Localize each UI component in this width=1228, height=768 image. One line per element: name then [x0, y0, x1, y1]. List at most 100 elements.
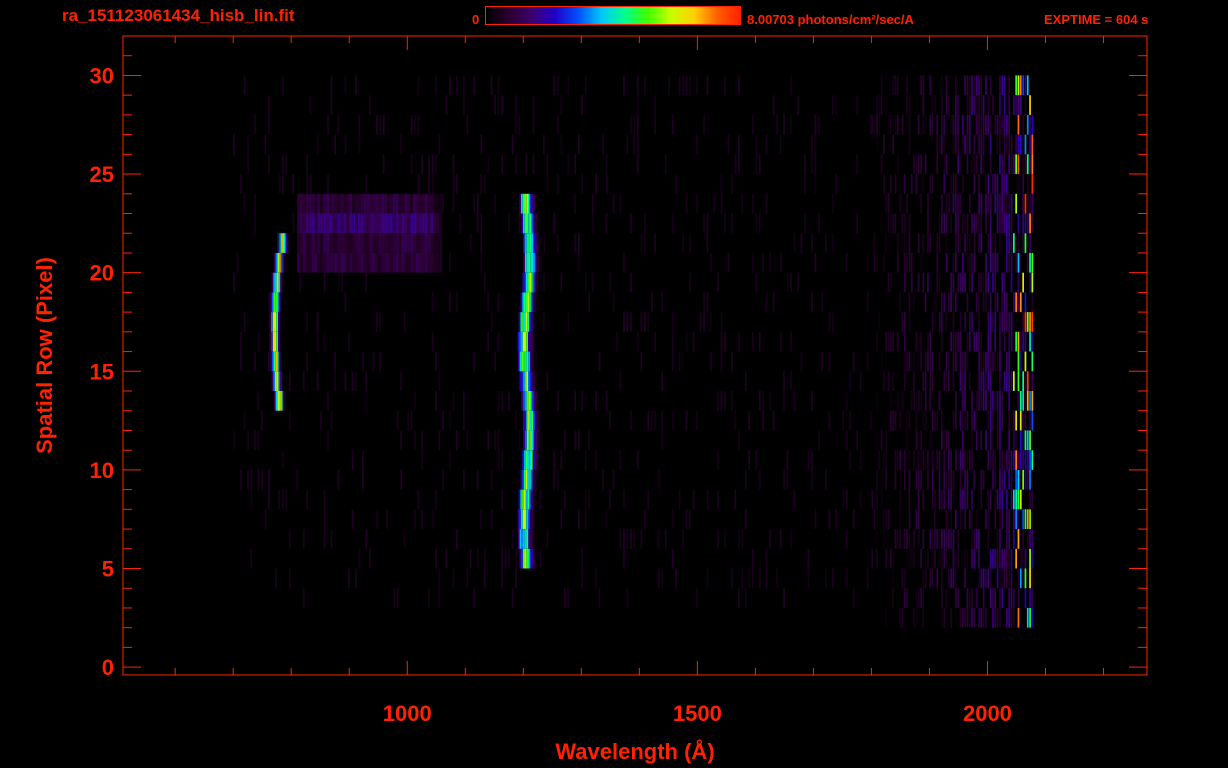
- heatmap-cell: [346, 193, 350, 214]
- x-axis-label: Wavelength (Å): [555, 738, 714, 764]
- heatmap-cell: [696, 75, 698, 96]
- heatmap-cell: [973, 75, 976, 96]
- heatmap-cell: [522, 410, 525, 431]
- heatmap-cell: [755, 450, 758, 470]
- heatmap-cell: [521, 509, 523, 529]
- heatmap-cell: [346, 213, 350, 234]
- heatmap-cell: [1017, 371, 1020, 391]
- heatmap-cell: [906, 588, 908, 608]
- heatmap-cell: [971, 213, 973, 234]
- heatmap-cell: [541, 272, 544, 293]
- heatmap-cell: [591, 193, 594, 214]
- heatmap-cell: [987, 114, 990, 135]
- heatmap-cell: [880, 351, 883, 372]
- heatmap-cell: [1017, 252, 1020, 273]
- heatmap-cell: [1010, 568, 1013, 589]
- heatmap-cell: [439, 193, 443, 214]
- heatmap-cell: [1026, 469, 1029, 490]
- heatmap-cell: [395, 213, 399, 234]
- heatmap-cell: [416, 252, 419, 273]
- heatmap-cell: [452, 193, 455, 214]
- heatmap-cell: [765, 548, 768, 569]
- y-tick-label: 5: [102, 557, 114, 582]
- heatmap-cell: [866, 292, 869, 313]
- heatmap-cell: [308, 252, 312, 273]
- heatmap-cell: [685, 193, 688, 214]
- heatmap-cell: [528, 430, 531, 451]
- heatmap-cell: [428, 154, 430, 174]
- heatmap-cell: [431, 331, 434, 352]
- heatmap-cell: [334, 213, 338, 234]
- heatmap-cell: [804, 174, 806, 194]
- heatmap-cell: [384, 213, 387, 234]
- heatmap-cell: [661, 430, 664, 451]
- heatmap-cell: [254, 193, 256, 214]
- heatmap-cell: [731, 351, 733, 372]
- heatmap-cell: [941, 292, 943, 313]
- heatmap-cell: [903, 588, 906, 608]
- heatmap-cell: [1026, 114, 1029, 135]
- heatmap-cell: [1017, 568, 1020, 589]
- heatmap-cell: [421, 450, 423, 470]
- heatmap-cell: [985, 430, 987, 451]
- heatmap-cell: [279, 312, 282, 332]
- heatmap-cell: [996, 548, 999, 569]
- heatmap-cell: [1024, 95, 1027, 115]
- heatmap-cell: [1029, 272, 1031, 293]
- heatmap-cell: [883, 174, 885, 194]
- heatmap-cell: [982, 134, 985, 155]
- heatmap-cell: [254, 430, 256, 451]
- heatmap-cell: [376, 509, 378, 529]
- heatmap-cell: [435, 75, 437, 96]
- heatmap-cell: [987, 95, 990, 115]
- heatmap-cell: [436, 233, 440, 253]
- heatmap-cell: [542, 430, 545, 451]
- heatmap-cell: [581, 95, 583, 115]
- heatmap-cell: [814, 114, 817, 135]
- heatmap-cell: [1031, 252, 1034, 273]
- heatmap-cell: [519, 509, 521, 529]
- heatmap-cell: [369, 95, 371, 115]
- heatmap-cell: [751, 548, 754, 569]
- heatmap-cell: [866, 252, 869, 273]
- heatmap-cell: [959, 469, 962, 490]
- heatmap-cell: [968, 331, 971, 352]
- heatmap-cell: [463, 75, 465, 96]
- heatmap-cell: [987, 568, 990, 589]
- heatmap-cell: [1017, 213, 1020, 234]
- heatmap-cell: [920, 193, 922, 214]
- heatmap-cell: [1029, 154, 1031, 174]
- heatmap-cell: [469, 548, 472, 569]
- heatmap-cell: [522, 272, 525, 293]
- heatmap-cell: [748, 410, 751, 431]
- heatmap-cell: [532, 292, 535, 313]
- heatmap-cell: [518, 430, 521, 451]
- heatmap-cell: [528, 233, 530, 253]
- heatmap-cell: [814, 509, 817, 529]
- heatmap-cell: [908, 509, 911, 529]
- heatmap-cell: [938, 272, 941, 293]
- heatmap-cell: [372, 213, 376, 234]
- heatmap-cell: [938, 391, 941, 411]
- heatmap-cell: [772, 95, 775, 115]
- heatmap-cell: [1013, 154, 1015, 174]
- heatmap-cell: [395, 193, 399, 214]
- heatmap-cell: [637, 114, 639, 135]
- heatmap-cell: [633, 529, 636, 549]
- heatmap-cell: [369, 213, 373, 234]
- heatmap-cell: [424, 233, 428, 253]
- heatmap-cell: [706, 75, 709, 96]
- heatmap-cell: [908, 529, 911, 549]
- heatmap-cell: [365, 272, 368, 293]
- heatmap-cell: [966, 331, 969, 352]
- heatmap-cell: [404, 252, 408, 273]
- heatmap-cell: [403, 312, 406, 332]
- heatmap-cell: [1008, 193, 1010, 214]
- heatmap-cell: [282, 391, 285, 411]
- heatmap-cell: [355, 233, 358, 253]
- heatmap-cell: [987, 174, 990, 194]
- heatmap-cell: [994, 351, 997, 372]
- heatmap-cell: [992, 351, 994, 372]
- heatmap-cell: [945, 430, 948, 451]
- heatmap-cell: [973, 548, 976, 569]
